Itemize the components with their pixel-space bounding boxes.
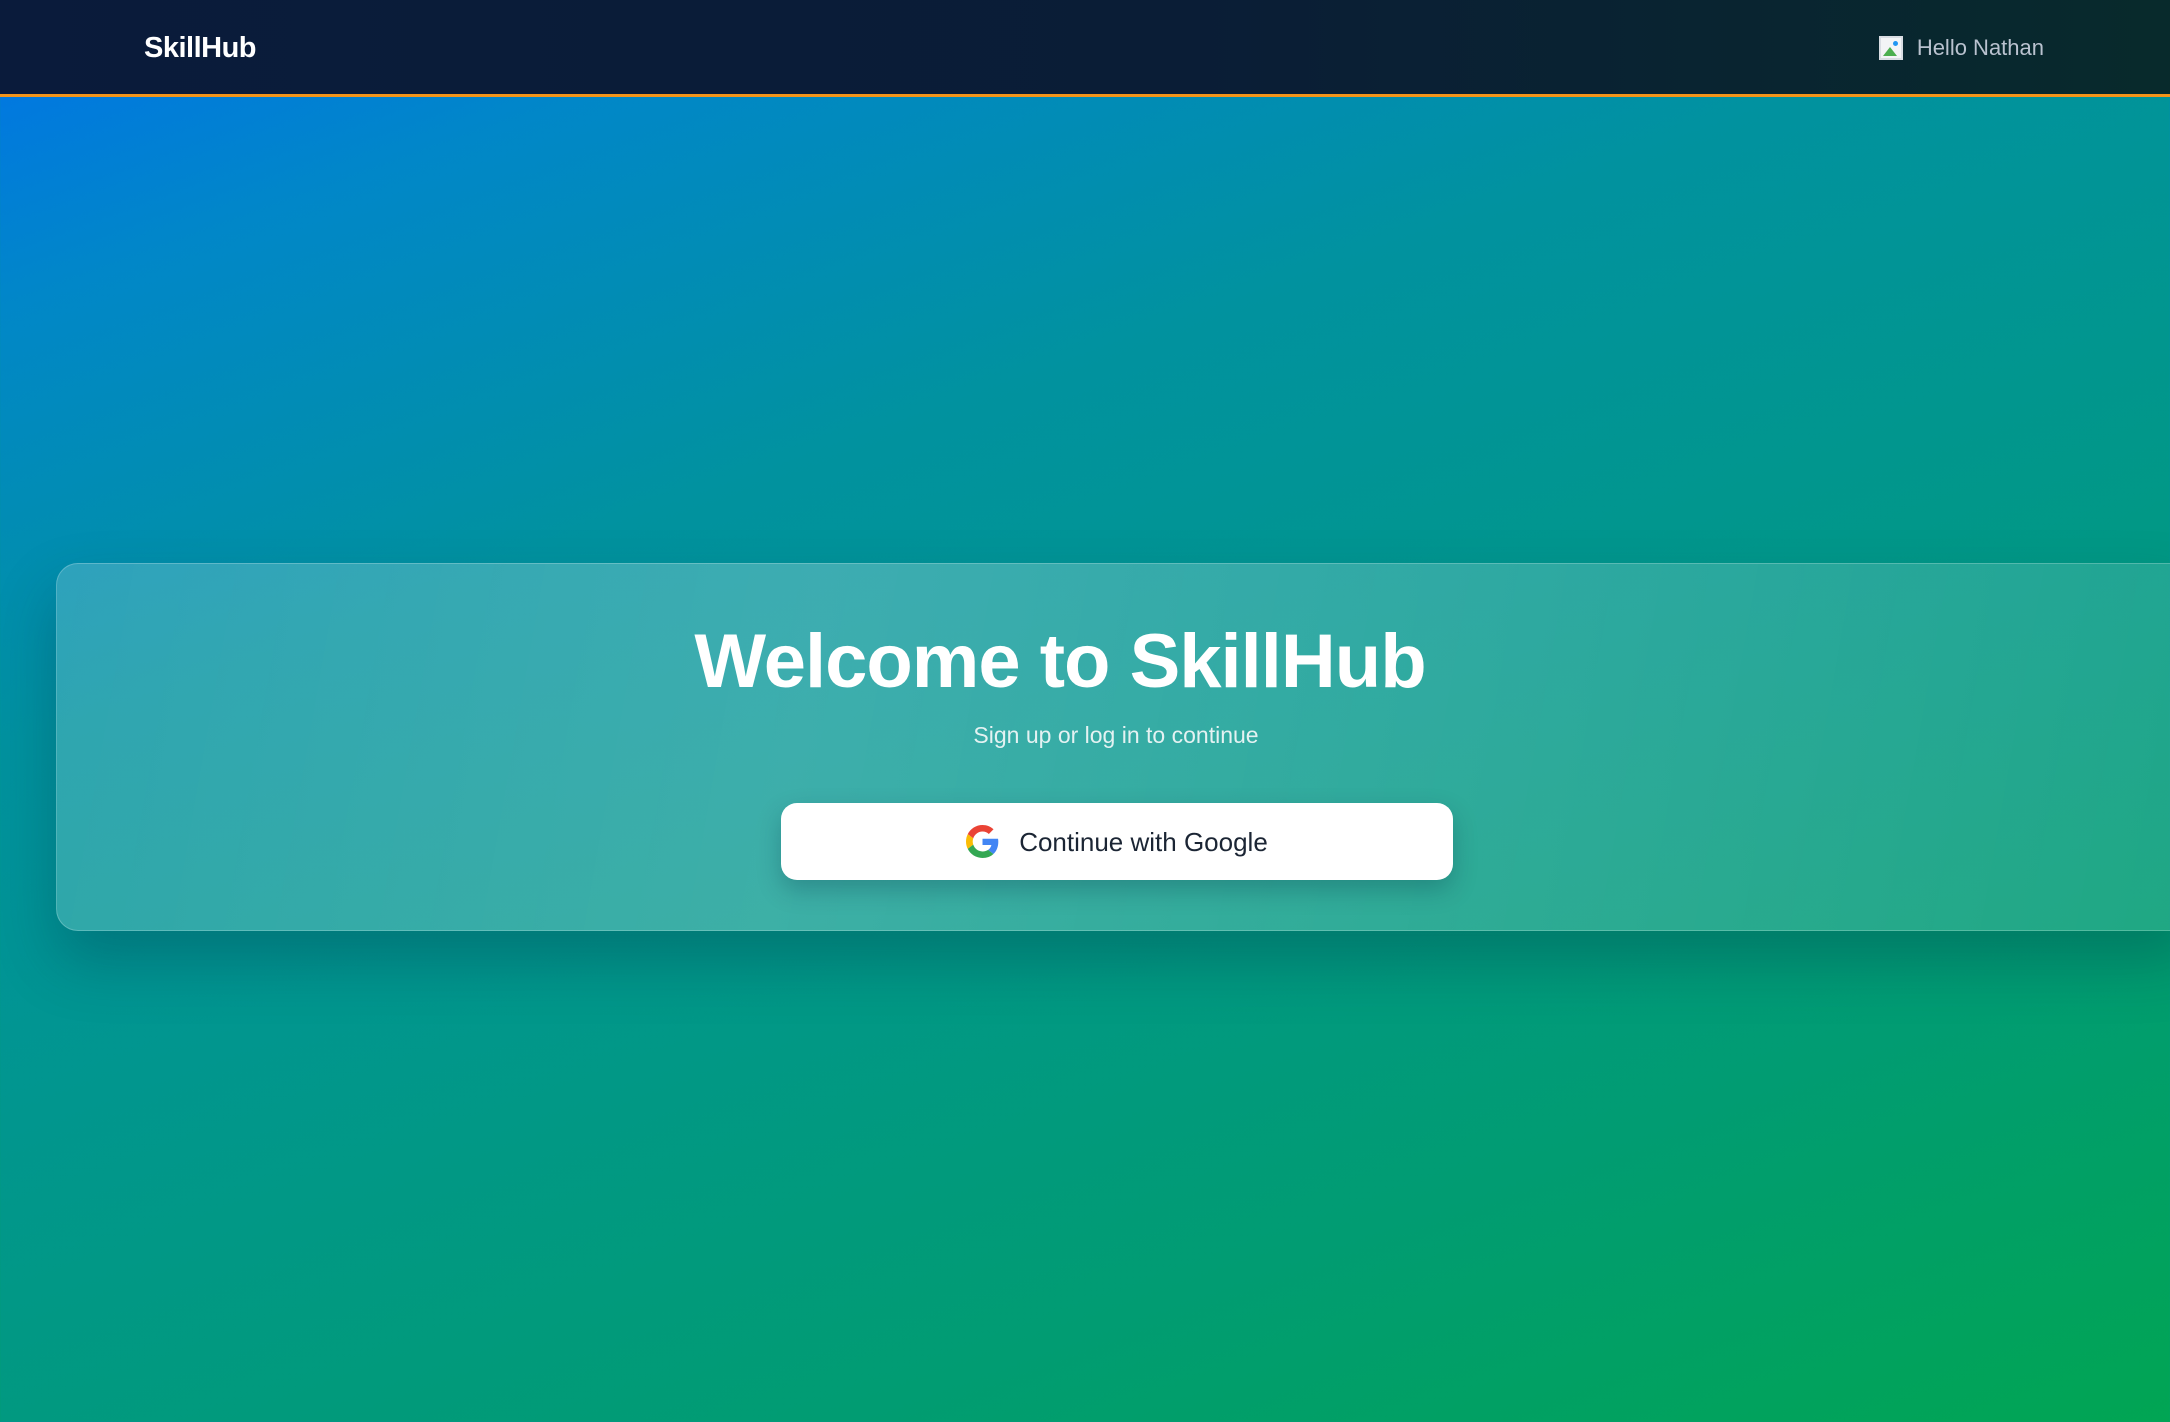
avatar-image-icon[interactable] [1878, 36, 1903, 60]
top-navbar: SkillHub Hello Nathan [0, 0, 2170, 97]
google-button-label: Continue with Google [1019, 826, 1268, 857]
google-g-icon [966, 825, 999, 858]
continue-with-google-button[interactable]: Continue with Google [781, 803, 1453, 880]
user-menu[interactable]: Hello Nathan [1878, 30, 2044, 66]
page-title: Welcome to SkillHub [694, 619, 1426, 704]
user-greeting[interactable]: Hello Nathan [1917, 30, 2044, 66]
brand-logo[interactable]: SkillHub [144, 30, 257, 66]
page-subtitle: Sign up or log in to continue [973, 722, 1259, 748]
